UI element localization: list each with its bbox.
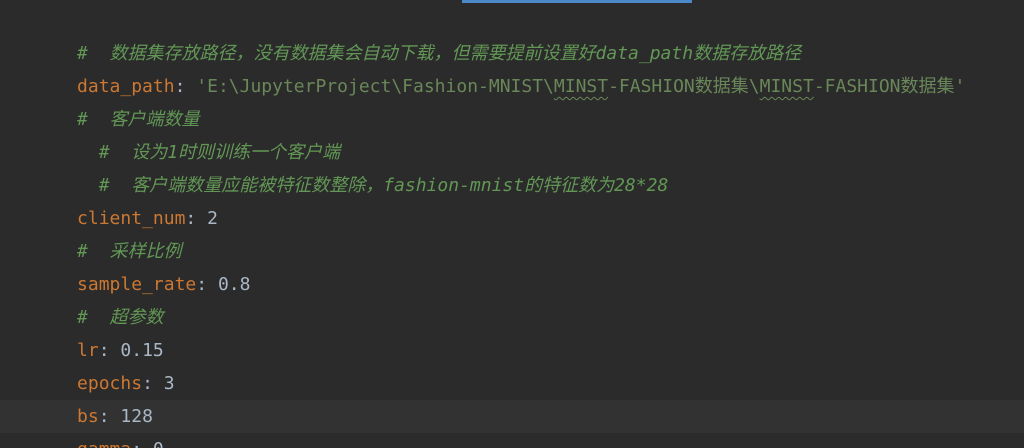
yaml-key: data_path [77, 76, 175, 97]
yaml-key: bs [77, 406, 99, 427]
editor-lines: # 数据集存放路径，没有数据集会自动下载，但需要提前设置好data_path数据… [0, 4, 1024, 448]
yaml-colon: : [98, 340, 121, 361]
code-line-1[interactable]: # 数据集存放路径，没有数据集会自动下载，但需要提前设置好data_path数据… [0, 4, 1024, 64]
yaml-value: 2 [207, 208, 218, 229]
yaml-colon: : [185, 208, 208, 229]
code-line-13-current[interactable]: gamma: 0 [0, 400, 1024, 448]
comment-text: # 客户端数量 [77, 109, 200, 130]
yaml-key: client_num [77, 208, 186, 229]
yaml-key: sample_rate [77, 274, 197, 295]
code-editor[interactable]: # 数据集存放路径，没有数据集会自动下载，但需要提前设置好data_path数据… [0, 0, 1024, 448]
yaml-string-part: -FASHION数据集\ [608, 76, 760, 97]
spellcheck-word: MINST [759, 76, 814, 97]
comment-text: # 采样比例 [77, 241, 182, 262]
yaml-string-part: -FASHION数据集' [813, 76, 966, 97]
yaml-value: 3 [163, 373, 175, 394]
editor-tab-indicator [462, 0, 692, 3]
yaml-value: 128 [120, 406, 153, 427]
yaml-colon: : [174, 76, 197, 97]
yaml-colon: : [131, 439, 153, 448]
yaml-colon: : [98, 406, 121, 427]
yaml-string-part: 'E:\JupyterProject\Fashion-MNIST\ [196, 76, 554, 97]
yaml-value: 0.15 [120, 340, 164, 361]
yaml-colon: : [196, 274, 218, 295]
yaml-key: epochs [77, 373, 143, 394]
yaml-key: gamma [77, 439, 131, 448]
comment-text: # 数据集存放路径，没有数据集会自动下载，但需要提前设置好data_path数据… [77, 43, 802, 64]
comment-text: # 客户端数量应能被特征数整除，fashion-mnist的特征数为28*28 [77, 175, 669, 196]
yaml-value: 0 [153, 439, 164, 448]
yaml-value: 0.8 [217, 274, 251, 295]
comment-text: # 设为1时则训练一个客户端 [77, 142, 341, 163]
yaml-colon: : [142, 373, 164, 394]
spellcheck-word: MINST [553, 76, 609, 97]
yaml-key: lr [77, 340, 99, 361]
comment-text: # 超参数 [77, 307, 164, 328]
